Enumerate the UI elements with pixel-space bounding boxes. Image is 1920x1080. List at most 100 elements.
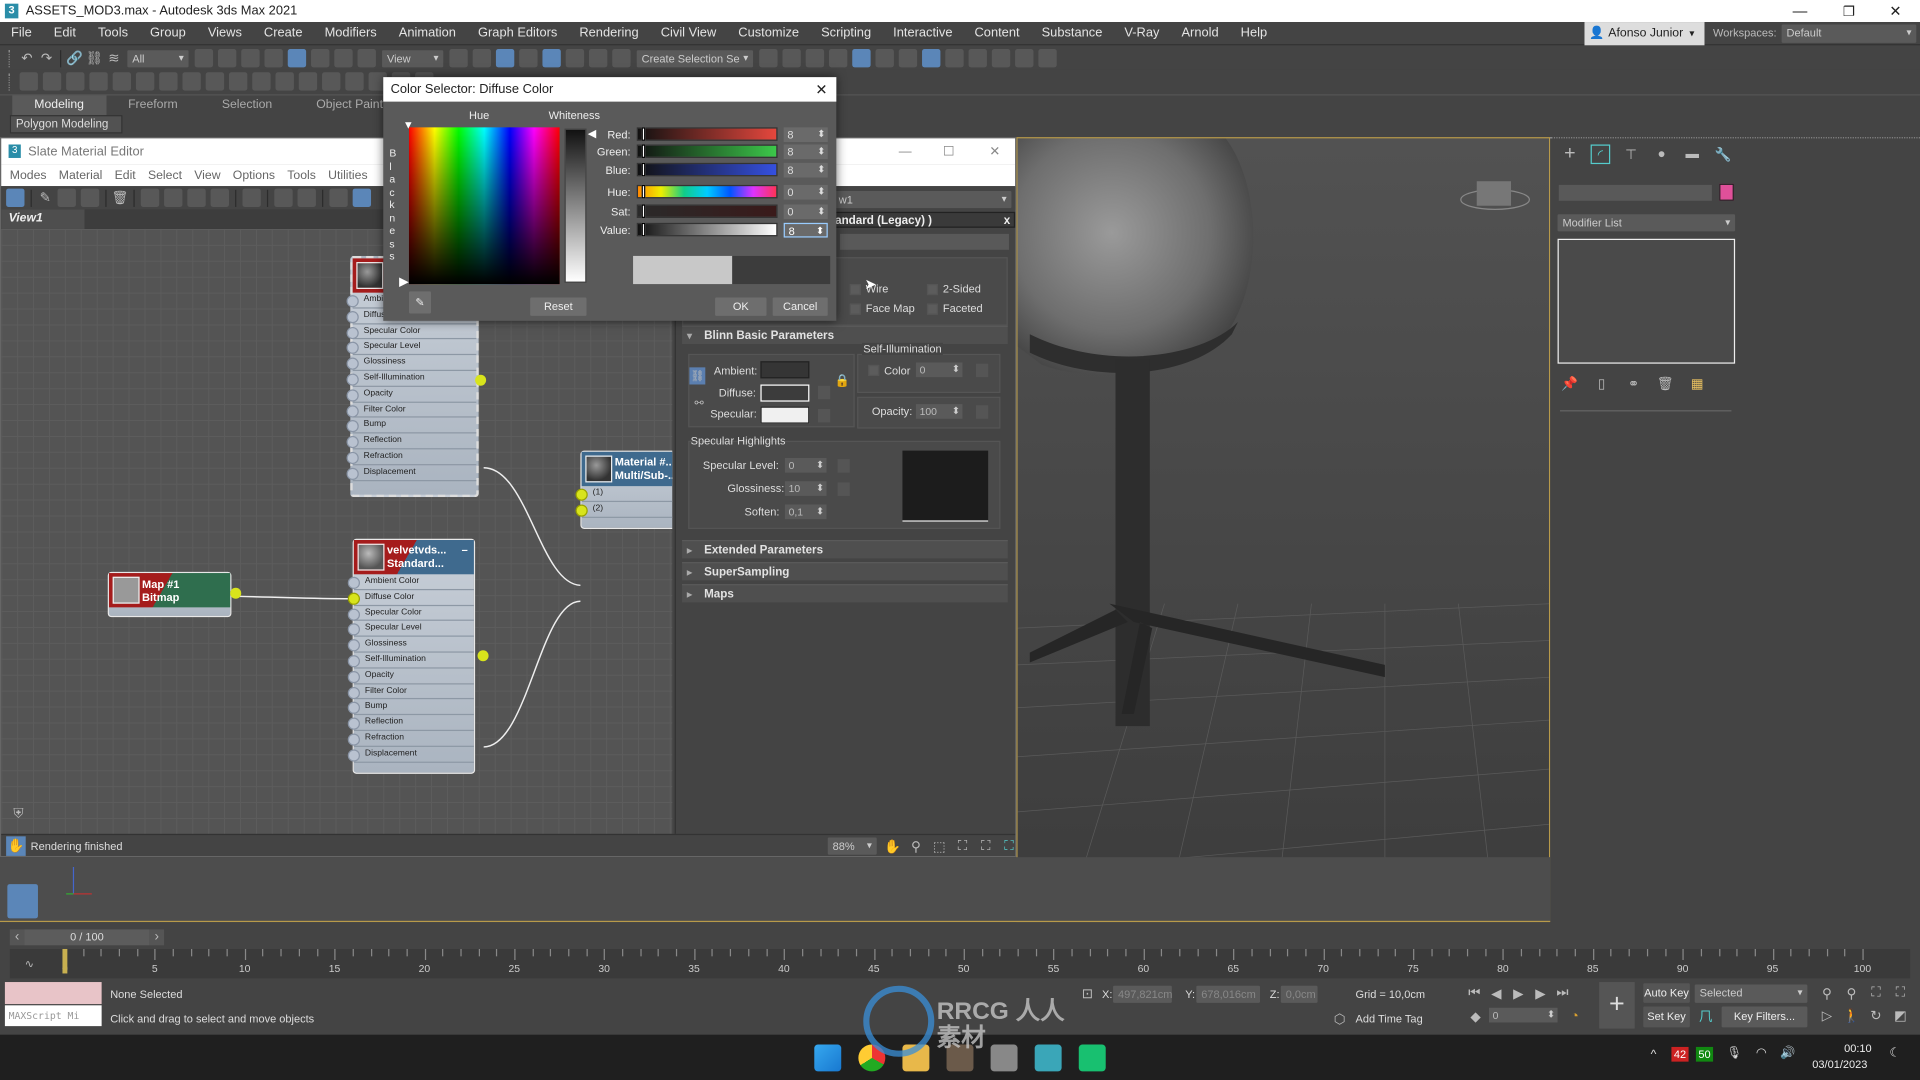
zoom-extents-icon[interactable]: ⛶ <box>953 836 973 856</box>
maximize-button[interactable]: ❐ <box>1843 3 1855 19</box>
current-frame-field[interactable]: 0 <box>1488 1007 1558 1023</box>
window-crossing-icon[interactable] <box>264 48 283 68</box>
zoom-extents-selected-icon[interactable]: ⛶ <box>976 836 996 856</box>
unlink-icon[interactable]: ⛓ <box>84 48 104 68</box>
named-selection-sets-dropdown[interactable]: Create Selection Se <box>636 49 754 67</box>
eyedropper-button[interactable]: ✎ <box>408 291 432 314</box>
menu-interactive[interactable]: Interactive <box>882 21 963 44</box>
select-object-icon[interactable] <box>194 48 214 68</box>
set-keys-button[interactable]: + <box>1599 982 1635 1029</box>
render-iterative-icon[interactable] <box>1015 48 1034 68</box>
zoom-region-icon[interactable]: ⬚ <box>929 836 949 856</box>
hide-unused-icon[interactable] <box>164 188 183 207</box>
hue-slider[interactable] <box>636 184 778 199</box>
sample-slot-icon[interactable] <box>242 188 261 207</box>
time-configuration-icon[interactable]: ◔ <box>1565 1007 1585 1027</box>
absolute-mode-transform-icon[interactable]: ⊡ <box>1078 983 1098 1003</box>
curve-editor-icon[interactable] <box>875 48 894 68</box>
green-slider[interactable] <box>636 144 778 158</box>
selection-filter-dropdown[interactable]: All <box>127 49 189 67</box>
rendered-frame-window-icon[interactable] <box>968 48 987 68</box>
menu-help[interactable]: Help <box>1230 21 1279 44</box>
delete-icon[interactable]: 🗑 <box>110 188 130 208</box>
two-sided-checkbox[interactable]: 2-Sided <box>926 283 981 295</box>
zoom-icon[interactable]: ⚲ <box>906 836 926 856</box>
light-icon[interactable] <box>322 72 341 91</box>
menu-rendering[interactable]: Rendering <box>568 21 649 44</box>
zoom-extents-icon[interactable]: ⛶ <box>1866 983 1886 1003</box>
plane-icon[interactable] <box>252 72 271 91</box>
node-slot[interactable]: Displacement <box>347 747 474 763</box>
go-to-end-icon[interactable]: ⏭ <box>1553 983 1573 1003</box>
notifications-icon[interactable]: ☾ <box>1889 1047 1900 1060</box>
make-unique-icon[interactable]: ⚭ <box>1624 373 1644 393</box>
menu-group[interactable]: Group <box>139 21 197 44</box>
slate-menu-options[interactable]: Options <box>227 168 281 181</box>
sat-slider[interactable] <box>636 204 778 218</box>
configure-modifier-sets-icon[interactable]: ▦ <box>1687 373 1707 393</box>
display-tab-icon[interactable]: ▬ <box>1682 144 1702 164</box>
faceted-checkbox[interactable]: Faceted <box>926 302 983 315</box>
hierarchy-tab-icon[interactable]: ⊤ <box>1621 144 1641 164</box>
show-end-result-icon[interactable]: ▯ <box>1592 373 1612 393</box>
curve-editor-mini-icon[interactable]: ∿ <box>20 954 40 974</box>
key-filters-button[interactable]: Key Filters... <box>1721 1006 1808 1028</box>
toolbar-grip[interactable] <box>8 49 14 67</box>
time-slider-thumb[interactable]: 0 / 100 <box>24 928 150 945</box>
current-frame-marker[interactable] <box>62 948 68 974</box>
add-time-tag-button[interactable]: Add Time Tag <box>1356 1013 1423 1025</box>
clock-time[interactable]: 00:10 <box>1844 1042 1872 1054</box>
slate-menu-edit[interactable]: Edit <box>108 168 141 181</box>
show-hidden-icons[interactable]: ^ <box>1651 1048 1657 1061</box>
show-background-icon[interactable] <box>210 188 229 207</box>
menu-edit[interactable]: Edit <box>43 21 87 44</box>
node-slot[interactable]: Glossiness <box>347 637 474 653</box>
blue-slider[interactable] <box>636 162 778 177</box>
output-socket[interactable] <box>230 587 242 599</box>
face-map-checkbox[interactable]: Face Map <box>849 302 915 315</box>
specular-level-spinner[interactable]: 0 <box>784 457 827 473</box>
slate-menu-material[interactable]: Material <box>53 168 109 181</box>
value-slider[interactable] <box>636 222 778 237</box>
select-and-move-icon[interactable] <box>287 48 307 68</box>
slider-knob[interactable] <box>641 127 646 141</box>
reset-button[interactable]: Reset <box>530 297 587 316</box>
layout-children-icon[interactable] <box>297 188 316 207</box>
slate-menu-select[interactable]: Select <box>142 168 188 181</box>
box-icon[interactable] <box>66 72 85 91</box>
node-slot[interactable]: Specular Level <box>346 340 477 356</box>
time-tag-icon[interactable]: ⬡ <box>1330 1009 1350 1029</box>
maxscript-listener[interactable] <box>4 982 102 1005</box>
zoom-icon[interactable]: ⚲ <box>1817 983 1837 1003</box>
cancel-button[interactable]: Cancel <box>772 297 828 316</box>
menu-scripting[interactable]: Scripting <box>810 21 882 44</box>
diffuse-color-swatch[interactable] <box>760 384 810 402</box>
node-slot[interactable]: Filter Color <box>347 684 474 700</box>
minimize-button[interactable]: — <box>1793 2 1808 19</box>
node-slot[interactable]: Glossiness <box>346 355 477 372</box>
select-tool-icon[interactable] <box>6 188 25 207</box>
rollout-blinn-basic-parameters[interactable]: Blinn Basic Parameters <box>682 325 1008 345</box>
select-manipulate-icon[interactable] <box>472 48 492 68</box>
modify-tab-icon[interactable]: ◜ <box>1590 144 1611 165</box>
tray-badge-green[interactable]: 50 <box>1695 1046 1714 1062</box>
glossiness-map-button[interactable] <box>837 482 850 496</box>
next-key-icon[interactable]: ▶ <box>1531 983 1551 1003</box>
render-in-cloud-icon[interactable] <box>1038 48 1057 68</box>
torus-icon[interactable] <box>112 72 132 91</box>
z-coordinate-field[interactable]: 0,0cm <box>1280 985 1318 1003</box>
original-color-swatch[interactable] <box>732 255 831 285</box>
close-panel-icon[interactable]: x <box>1004 213 1010 229</box>
slate-menu-view[interactable]: View <box>188 168 227 181</box>
teapot-icon[interactable] <box>135 72 155 91</box>
slate-close-button[interactable]: ✕ <box>989 144 1000 159</box>
menu-customize[interactable]: Customize <box>727 21 810 44</box>
view-dropdown[interactable]: w1 <box>833 191 1012 209</box>
toggle-ribbon-icon[interactable] <box>852 48 871 68</box>
output-socket[interactable] <box>477 650 489 662</box>
node-slot[interactable]: Refraction <box>347 731 474 747</box>
field-of-view-icon[interactable]: ▷ <box>1817 1005 1837 1025</box>
node-slot[interactable]: Reflection <box>347 715 474 731</box>
checkbox[interactable] <box>849 303 861 315</box>
modifier-stack[interactable] <box>1557 238 1736 364</box>
